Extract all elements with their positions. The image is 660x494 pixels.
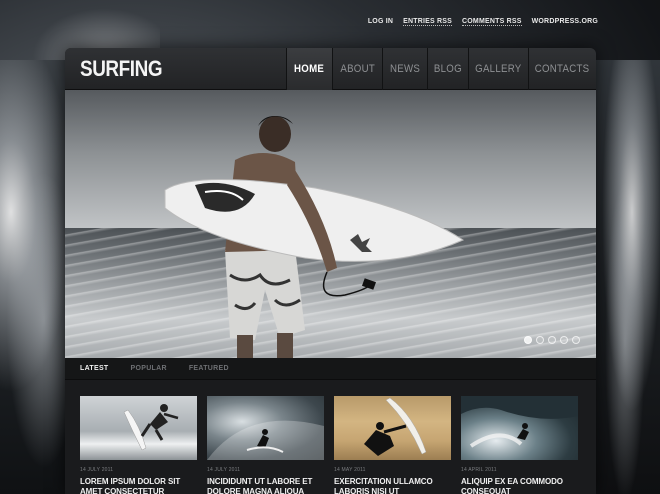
- slider-dot-1[interactable]: [524, 336, 532, 344]
- log-in-link[interactable]: LOG IN: [368, 18, 393, 26]
- site-header: SURFING HOME ABOUT NEWS BLOG GALLERY CON…: [65, 48, 596, 90]
- post-title[interactable]: INCIDIDUNT UT LABORE ET DOLORE MAGNA ALI…: [207, 477, 324, 494]
- background-wave-right: [590, 60, 660, 494]
- post-title[interactable]: EXERCITATION ULLAMCO LABORIS NISI UT: [334, 477, 451, 494]
- post-card[interactable]: 14 MAY 2011 EXERCITATION ULLAMCO LABORIS…: [334, 396, 451, 494]
- post-thumbnail[interactable]: [461, 396, 578, 460]
- post-date: 14 APRIL 2011: [461, 467, 497, 473]
- slider-dot-5[interactable]: [572, 336, 580, 344]
- nav-news[interactable]: NEWS: [382, 48, 427, 90]
- post-thumbnail[interactable]: [207, 396, 324, 460]
- surfer-thumb-3-icon: [364, 397, 427, 456]
- nav-about[interactable]: ABOUT: [332, 48, 382, 90]
- surfer-thumb-1-icon: [123, 404, 179, 451]
- surfer-illustration: [164, 116, 465, 358]
- tab-featured[interactable]: FEATURED: [189, 365, 229, 372]
- surfer-thumb-2-icon: [207, 420, 324, 460]
- slider-dot-3[interactable]: [548, 336, 556, 344]
- post-date: 14 MAY 2011: [334, 467, 366, 473]
- nav-gallery[interactable]: GALLERY: [468, 48, 528, 90]
- slider-pagination: [524, 336, 580, 344]
- surfer-thumb-4-icon: [461, 396, 578, 448]
- top-utility-links: LOG IN ENTRIES RSS COMMENTS RSS WORDPRES…: [368, 18, 598, 26]
- nav-contacts[interactable]: CONTACTS: [528, 48, 596, 90]
- post-card[interactable]: 14 JULY 2011 INCIDIDUNT UT LABORE ET DOL…: [207, 396, 324, 494]
- post-title[interactable]: LOREM IPSUM DOLOR SIT AMET CONSECTETUR: [80, 477, 197, 494]
- hero-slider[interactable]: [65, 90, 596, 358]
- post-card[interactable]: 14 APRIL 2011 ALIQUIP EX EA COMMODO CONS…: [461, 396, 578, 494]
- post-card[interactable]: 14 JULY 2011 LOREM IPSUM DOLOR SIT AMET …: [80, 396, 197, 494]
- post-thumbnail[interactable]: [334, 396, 451, 460]
- entries-rss-link[interactable]: ENTRIES RSS: [403, 18, 453, 26]
- tab-latest[interactable]: LATEST: [80, 365, 109, 372]
- post-list: 14 JULY 2011 LOREM IPSUM DOLOR SIT AMET …: [80, 396, 578, 494]
- nav-home[interactable]: HOME: [286, 48, 332, 90]
- site-logo[interactable]: SURFING: [80, 56, 163, 82]
- post-thumbnail[interactable]: [80, 396, 197, 460]
- post-date: 14 JULY 2011: [207, 467, 241, 473]
- post-tabs: LATEST POPULAR FEATURED: [65, 358, 596, 380]
- slider-dot-4[interactable]: [560, 336, 568, 344]
- nav-blog[interactable]: BLOG: [427, 48, 468, 90]
- main-nav: HOME ABOUT NEWS BLOG GALLERY CONTACTS: [286, 48, 596, 90]
- wordpress-org-link[interactable]: WORDPRESS.ORG: [532, 18, 598, 26]
- slider-dot-2[interactable]: [536, 336, 544, 344]
- comments-rss-link[interactable]: COMMENTS RSS: [462, 18, 522, 26]
- post-title[interactable]: ALIQUIP EX EA COMMODO CONSEQUAT: [461, 477, 578, 494]
- post-date: 14 JULY 2011: [80, 467, 114, 473]
- tab-popular[interactable]: POPULAR: [131, 365, 167, 372]
